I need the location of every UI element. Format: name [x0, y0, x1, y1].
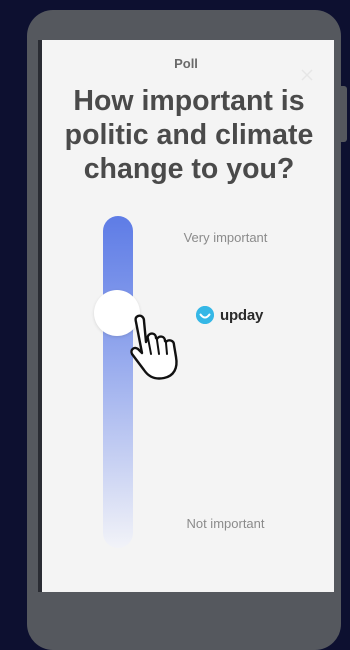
phone-side-button	[341, 86, 347, 142]
close-icon[interactable]	[300, 68, 314, 82]
screen-edge	[38, 40, 42, 592]
brand-name: upday	[220, 306, 264, 324]
upday-smile-icon	[196, 306, 214, 324]
poll-label: Poll	[174, 56, 198, 71]
poll-question: How important is politic and climate cha…	[64, 85, 314, 185]
poll-screen: Poll How important is politic and climat…	[38, 40, 334, 592]
hand-pointer-icon	[130, 314, 178, 380]
upday-logo: upday	[196, 306, 263, 324]
scale-label-top: Very important	[183, 230, 268, 245]
importance-slider-track[interactable]	[103, 216, 133, 548]
scale-label-bottom: Not important	[186, 516, 265, 531]
